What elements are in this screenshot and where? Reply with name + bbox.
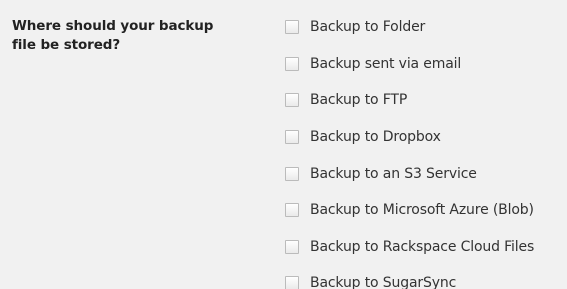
question-line-1: Where should your backup [12,18,214,34]
option-backup-to-rackspace[interactable]: Backup to Rackspace Cloud Files [285,229,567,266]
backup-to-s3-checkbox[interactable] [285,166,299,181]
backup-to-ftp-label[interactable]: Backup to FTP [310,92,407,108]
option-backup-via-email[interactable]: Backup sent via email [285,46,567,83]
option-backup-to-dropbox[interactable]: Backup to Dropbox [285,119,567,156]
option-backup-to-sugarsync[interactable]: Backup to SugarSync [285,265,567,289]
backup-to-azure-label[interactable]: Backup to Microsoft Azure (Blob) [310,202,534,218]
backup-to-azure-checkbox[interactable] [285,203,299,218]
backup-destination-question: Where should your backup file be stored? [12,17,252,55]
backup-destination-panel: Where should your backup file be stored?… [0,0,567,289]
backup-to-dropbox-checkbox[interactable] [285,130,299,145]
backup-destination-options: Backup to Folder Backup sent via email B… [285,16,567,289]
backup-to-folder-label[interactable]: Backup to Folder [310,19,425,35]
backup-to-rackspace-checkbox[interactable] [285,239,299,254]
backup-to-sugarsync-label[interactable]: Backup to SugarSync [310,275,456,289]
backup-to-folder-checkbox[interactable] [285,20,299,35]
question-line-2: file be stored? [12,37,121,53]
backup-via-email-checkbox[interactable] [285,56,299,71]
backup-to-sugarsync-checkbox[interactable] [285,276,299,289]
option-backup-to-ftp[interactable]: Backup to FTP [285,82,567,119]
option-backup-to-folder[interactable]: Backup to Folder [285,9,567,46]
option-backup-to-azure[interactable]: Backup to Microsoft Azure (Blob) [285,192,567,229]
backup-to-rackspace-label[interactable]: Backup to Rackspace Cloud Files [310,239,534,255]
backup-to-ftp-checkbox[interactable] [285,93,299,108]
backup-to-s3-label[interactable]: Backup to an S3 Service [310,166,477,182]
option-backup-to-s3[interactable]: Backup to an S3 Service [285,155,567,192]
backup-to-dropbox-label[interactable]: Backup to Dropbox [310,129,441,145]
backup-via-email-label[interactable]: Backup sent via email [310,56,461,72]
